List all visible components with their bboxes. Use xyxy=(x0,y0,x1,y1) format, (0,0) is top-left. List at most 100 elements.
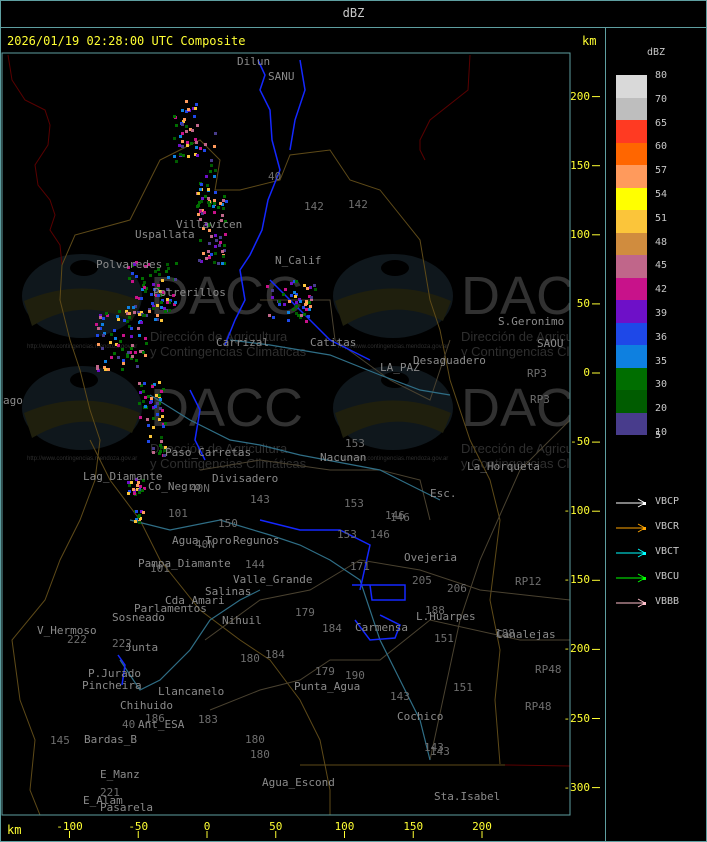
echo-pixel xyxy=(102,317,105,320)
place-label: Pasarela xyxy=(100,801,153,814)
echo-pixel xyxy=(142,400,145,403)
place-label: Chihuido xyxy=(120,699,173,712)
legend-color-block xyxy=(616,367,647,390)
route-label: 222 xyxy=(67,633,87,646)
svg-text:http://www.contingencias.mendo: http://www.contingencias.mendoza.gov.ar xyxy=(27,456,137,462)
route-label: 186 xyxy=(145,712,165,725)
legend-value-label: 51 xyxy=(655,212,668,224)
echo-pixel xyxy=(131,355,134,358)
echo-pixel xyxy=(160,301,163,304)
echo-pixel xyxy=(208,256,211,259)
legend-color-block xyxy=(616,187,647,210)
route-label: 180 xyxy=(245,733,265,746)
echo-pixel xyxy=(303,313,306,316)
legend-value-label: 48 xyxy=(655,236,668,248)
route-label: 153 xyxy=(345,437,365,450)
route-label: 40 xyxy=(122,718,136,731)
echo-pixel xyxy=(207,188,210,191)
echo-pixel xyxy=(182,154,185,157)
legend-value-label: 54 xyxy=(655,189,668,200)
echo-pixel xyxy=(140,297,143,300)
echo-pixel xyxy=(163,307,166,310)
x-axis-unit: km xyxy=(7,823,22,837)
echo-pixel xyxy=(223,244,226,247)
place-label: N_Calif xyxy=(275,254,322,267)
place-label: La_Horqueta xyxy=(467,460,540,473)
echo-pixel xyxy=(284,288,287,291)
echo-pixel xyxy=(156,304,159,307)
legend-color-block xyxy=(616,322,647,345)
echo-pixel xyxy=(290,294,293,297)
echo-pixel xyxy=(306,287,309,290)
route-label: 142 xyxy=(304,200,324,213)
echo-pixel xyxy=(196,205,199,208)
route-label: 145 xyxy=(50,734,70,747)
echo-pixel xyxy=(225,200,228,203)
echo-pixel xyxy=(210,235,213,238)
y-tick-label: -250 xyxy=(563,711,591,725)
echo-pixel xyxy=(210,159,213,162)
echo-pixel xyxy=(207,197,210,200)
echo-pixel xyxy=(295,301,298,304)
echo-pixel xyxy=(158,452,161,455)
echo-pixel xyxy=(142,511,145,514)
echo-pixel xyxy=(288,300,291,303)
echo-pixel xyxy=(222,207,225,210)
echo-pixel xyxy=(138,382,141,385)
echo-pixel xyxy=(217,206,220,209)
echo-pixel xyxy=(128,312,131,315)
echo-pixel xyxy=(97,343,100,346)
place-label: Polvaredes xyxy=(96,258,163,271)
echo-pixel xyxy=(126,320,129,323)
echo-pixel xyxy=(113,329,116,332)
echo-pixel xyxy=(127,306,130,309)
echo-pixel xyxy=(119,340,122,343)
echo-pixel xyxy=(110,333,113,336)
radar-map[interactable]: DACCDirección de Agriculturay Contingenc… xyxy=(0,0,707,842)
echo-pixel xyxy=(282,293,285,296)
echo-pixel xyxy=(152,307,155,310)
echo-pixel xyxy=(132,488,135,491)
place-label: Sosneado xyxy=(112,611,165,624)
route-label: RP48 xyxy=(535,663,562,676)
echo-pixel xyxy=(206,184,209,187)
echo-pixel xyxy=(222,199,225,202)
echo-pixel xyxy=(144,337,147,340)
place-label: S.Geronimo xyxy=(498,315,565,328)
route-label: 146 xyxy=(370,528,390,541)
legend-color-block xyxy=(616,255,647,278)
echo-pixel xyxy=(105,312,108,315)
echo-pixel xyxy=(127,351,130,354)
echo-pixel xyxy=(139,485,142,488)
echo-pixel xyxy=(160,390,163,393)
echo-pixel xyxy=(151,302,154,305)
echo-pixel xyxy=(131,272,134,275)
echo-pixel xyxy=(210,253,213,256)
y-tick-label: 100 xyxy=(570,227,590,241)
route-label: 153 xyxy=(344,497,364,510)
echo-pixel xyxy=(196,154,199,157)
place-label: Dilun xyxy=(237,55,271,68)
echo-pixel xyxy=(295,305,298,308)
echo-pixel xyxy=(174,278,177,281)
echo-pixel xyxy=(168,309,171,312)
route-label: 183 xyxy=(198,713,218,726)
legend-value-label: 80 xyxy=(655,70,668,81)
echo-pixel xyxy=(128,277,131,280)
place-label: Regunos xyxy=(233,534,280,547)
echo-pixel xyxy=(135,275,138,278)
echo-pixel xyxy=(201,197,204,200)
echo-pixel xyxy=(309,305,312,308)
echo-pixel xyxy=(205,257,208,260)
echo-pixel xyxy=(302,306,305,309)
echo-pixel xyxy=(195,146,198,149)
echo-pixel xyxy=(139,416,142,419)
route-label: RP48 xyxy=(525,700,552,713)
echo-pixel xyxy=(132,306,135,309)
x-tick-label: -100 xyxy=(56,820,83,833)
y-tick-label: 200 xyxy=(570,89,590,103)
echo-pixel xyxy=(161,409,164,412)
place-label: SAOU xyxy=(537,337,564,350)
svg-text:Dirección de Agricultura: Dirección de Agricultura xyxy=(461,329,599,344)
echo-pixel xyxy=(287,311,290,314)
